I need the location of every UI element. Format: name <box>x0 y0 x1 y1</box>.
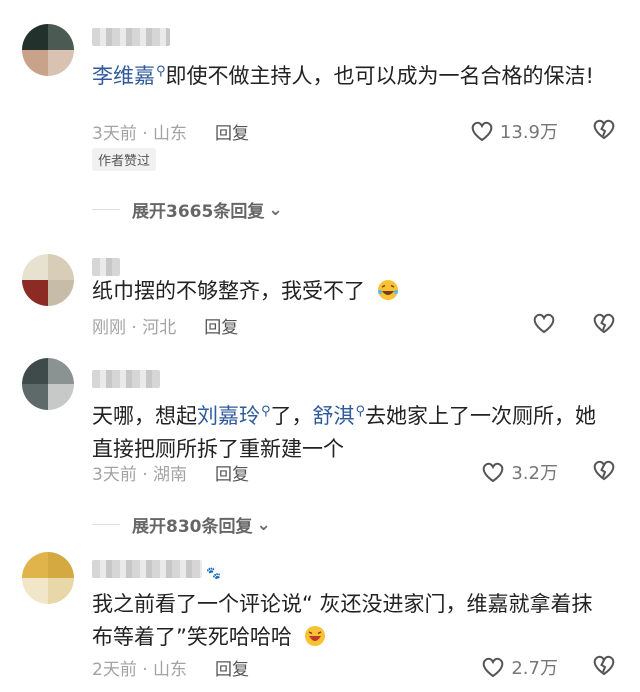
comment-text: 我之前看了一个评论说“ 灰还没进家门，维嘉就拿着抹布等着了”笑死哈哈哈 <box>92 592 593 649</box>
reply-button[interactable]: 回复 <box>215 119 249 144</box>
paw-icon: 🐾 <box>206 566 221 580</box>
comment-meta: 3天前 · 山东 回复 <box>92 119 249 144</box>
time-location: 3天前 · 湖南 <box>92 465 188 485</box>
like-button[interactable]: 2.7万 <box>481 654 558 680</box>
comment-meta: 2天前 · 山东 回复 <box>92 655 249 680</box>
expand-replies[interactable]: 展开830条回复 ⌄ <box>92 512 271 537</box>
search-icon: ⚲ <box>355 404 366 419</box>
time-location: 刚刚 · 河北 <box>92 318 177 338</box>
username-blurred[interactable] <box>92 258 120 276</box>
laughing-emoji-icon <box>377 280 398 300</box>
comment-meta: 3天前 · 湖南 回复 <box>92 460 249 485</box>
search-icon: ⚲ <box>261 404 271 419</box>
dislike-button[interactable] <box>592 312 616 338</box>
like-button[interactable]: 13.9万 <box>470 118 558 144</box>
like-button[interactable] <box>532 312 556 334</box>
time-location: 3天前 · 山东 <box>92 124 188 144</box>
dislike-button[interactable] <box>592 654 616 680</box>
reply-button[interactable]: 回复 <box>215 460 249 485</box>
username-blurred[interactable] <box>92 560 202 578</box>
mention-link[interactable]: 舒淇 <box>313 404 355 428</box>
username-blurred[interactable] <box>92 370 160 388</box>
dislike-button[interactable] <box>592 459 616 485</box>
time-location: 2天前 · 山东 <box>92 660 188 680</box>
like-button[interactable]: 3.2万 <box>481 459 558 485</box>
username-blurred[interactable] <box>92 28 170 46</box>
heart-icon <box>483 657 504 678</box>
like-count: 2.7万 <box>511 658 558 679</box>
like-count: 13.9万 <box>499 122 558 143</box>
broken-heart-icon <box>593 655 615 676</box>
heart-icon <box>533 313 555 334</box>
author-liked-badge: 作者赞过 <box>92 148 157 171</box>
broken-heart-icon <box>593 119 615 140</box>
heart-icon <box>471 121 493 142</box>
search-icon: ⚲ <box>156 64 166 79</box>
chevron-down-icon: ⌄ <box>268 199 283 220</box>
heart-icon <box>483 462 504 483</box>
divider-line <box>92 524 120 525</box>
expand-label: 展开830条回复 <box>132 517 253 537</box>
comment-text: 纸巾摆的不够整齐，我受不了 <box>92 275 612 308</box>
avatar[interactable] <box>22 254 74 306</box>
broken-heart-icon <box>593 460 615 481</box>
reply-button[interactable]: 回复 <box>204 313 238 338</box>
expand-label: 展开3665条回复 <box>132 202 265 222</box>
comment-text: 李维嘉⚲即使不做主持人，也可以成为一名合格的保洁! <box>92 64 594 88</box>
comment-meta: 刚刚 · 河北 回复 <box>92 313 238 338</box>
mention-link[interactable]: 刘嘉玲 <box>197 404 260 428</box>
avatar[interactable] <box>22 358 74 410</box>
laughing-emoji-icon <box>304 626 325 646</box>
dislike-button[interactable] <box>592 118 616 144</box>
reply-button[interactable]: 回复 <box>215 655 249 680</box>
broken-heart-icon <box>593 313 615 334</box>
mention-link[interactable]: 李维嘉 <box>92 64 155 88</box>
chevron-down-icon: ⌄ <box>256 514 271 535</box>
like-count: 3.2万 <box>511 463 558 484</box>
avatar[interactable] <box>22 552 74 604</box>
comment-text: 天哪，想起刘嘉玲⚲了，舒淇⚲去她家上了一次厕所，她直接把厕所拆了重新建一个 <box>92 404 597 461</box>
divider-line <box>92 209 120 210</box>
expand-replies[interactable]: 展开3665条回复 ⌄ <box>92 197 283 222</box>
avatar[interactable] <box>22 24 74 76</box>
